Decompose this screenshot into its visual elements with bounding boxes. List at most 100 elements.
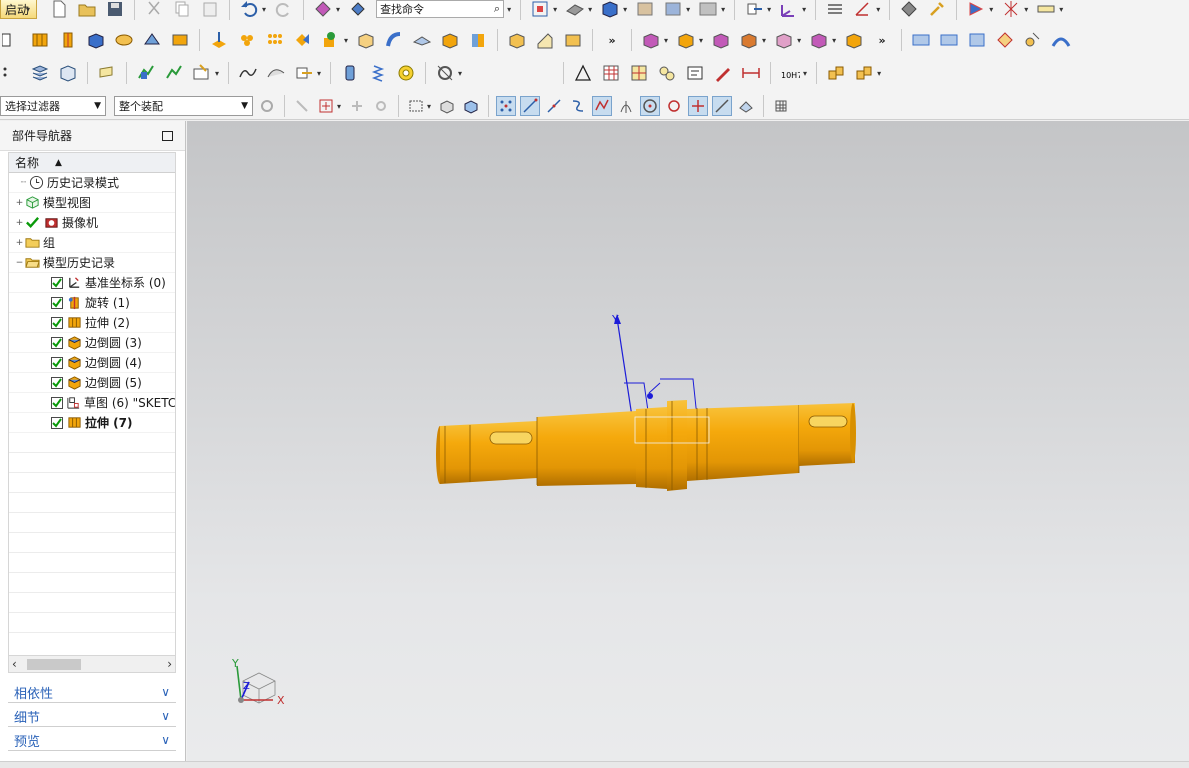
more-sync-icon[interactable]: » — [870, 28, 894, 52]
redo-icon[interactable] — [272, 0, 296, 21]
snap-arc-center-icon[interactable] — [640, 96, 661, 116]
layer-stack-icon[interactable] — [28, 61, 52, 85]
open-folder-icon[interactable] — [75, 0, 99, 21]
tree-node-sketch[interactable]: 草图 (6) "SKETCH — [9, 393, 175, 413]
expand-icon[interactable]: + — [15, 198, 24, 208]
snap-endpoint-icon[interactable] — [520, 96, 541, 116]
block-icon[interactable] — [84, 28, 108, 52]
layer-settings-icon[interactable] — [823, 0, 847, 21]
unite-icon[interactable] — [291, 28, 315, 52]
table-layers-icon[interactable] — [56, 61, 80, 85]
snap-midpoint-icon[interactable] — [544, 96, 564, 116]
visibility-checkbox[interactable] — [51, 296, 63, 309]
datum-plane-icon[interactable] — [319, 28, 343, 52]
select-tools-icon[interactable] — [292, 96, 312, 116]
more-features-icon[interactable]: » — [600, 28, 624, 52]
point-icon[interactable] — [134, 61, 158, 85]
copy-icon[interactable] — [170, 0, 194, 21]
snap-grid-icon[interactable] — [771, 96, 791, 116]
scrollbar-thumb[interactable] — [27, 659, 81, 670]
command-search-input[interactable]: 查找命令 ⌕ — [376, 0, 505, 18]
trim-body-icon[interactable] — [561, 28, 585, 52]
cylinder-icon[interactable] — [112, 28, 136, 52]
tolerance-icon[interactable]: 10H7 — [778, 61, 802, 85]
maximize-icon[interactable] — [162, 130, 173, 141]
offset-curve-icon[interactable] — [264, 61, 288, 85]
bridge-icon[interactable] — [1049, 28, 1073, 52]
tree-node-history-mode[interactable]: ┈ 历史记录模式 — [9, 173, 175, 193]
tree-node-edge-blend-4[interactable]: 边倒圆 (4) — [9, 353, 175, 373]
panel-details[interactable]: 细节 ∨ — [8, 706, 176, 727]
sweep-icon[interactable] — [382, 28, 406, 52]
cut-icon[interactable] — [142, 0, 166, 21]
add-component-icon[interactable] — [852, 61, 876, 85]
sphere-icon[interactable] — [168, 28, 192, 52]
pen-icon[interactable] — [711, 61, 735, 85]
tree-node-model-history[interactable]: − 模型历史记录 — [9, 253, 175, 273]
scroll-left-icon[interactable]: ‹ — [12, 657, 17, 671]
motion-icon[interactable] — [964, 0, 988, 21]
through-curves-icon[interactable] — [937, 28, 961, 52]
draft-icon[interactable] — [466, 28, 490, 52]
panel-dependencies[interactable]: 相依性 ∨ — [8, 682, 176, 703]
ruler-icon[interactable] — [1034, 0, 1058, 21]
start-menu-button[interactable]: 启动 ▾ — [0, 0, 38, 19]
shaft-body[interactable] — [436, 400, 856, 491]
spring-icon[interactable] — [366, 61, 390, 85]
snap-point-on-face-icon[interactable] — [736, 96, 756, 116]
undo-icon[interactable] — [237, 0, 261, 21]
move-object-icon[interactable] — [742, 0, 766, 21]
tree-node-model-views[interactable]: + 模型视图 — [9, 193, 175, 213]
visibility-checkbox[interactable] — [51, 376, 63, 389]
filter-gear-icon[interactable] — [257, 96, 277, 116]
visibility-checkbox[interactable] — [51, 276, 63, 289]
revolve-icon[interactable] — [56, 28, 80, 52]
grid-icon[interactable] — [999, 0, 1023, 21]
balloon-icon[interactable] — [655, 61, 679, 85]
cone-icon[interactable] — [140, 28, 164, 52]
pattern-icon[interactable] — [263, 28, 287, 52]
dimension-icon[interactable] — [739, 61, 763, 85]
shaft-model[interactable]: Y X — [187, 121, 1189, 761]
paste-icon[interactable] — [198, 0, 222, 21]
selection-filter-dropdown[interactable]: 选择过滤器 ▼ — [0, 96, 106, 116]
visibility-checkbox[interactable] — [51, 396, 63, 409]
offset-region-icon[interactable] — [807, 28, 831, 52]
snap-enable-icon[interactable] — [496, 96, 517, 116]
pull-face-icon[interactable] — [674, 28, 698, 52]
snap-tools-icon[interactable] — [347, 96, 367, 116]
replace-face-icon[interactable] — [737, 28, 761, 52]
note-icon[interactable] — [95, 61, 119, 85]
rectangle-select-icon[interactable] — [406, 96, 426, 116]
thicken-icon[interactable] — [410, 28, 434, 52]
curve-icon[interactable] — [236, 61, 260, 85]
snap-curve-icon[interactable] — [568, 96, 588, 116]
surface-icon[interactable] — [909, 28, 933, 52]
visibility-checkbox[interactable] — [51, 416, 63, 429]
bearing-icon[interactable] — [394, 61, 418, 85]
visibility-checkbox[interactable] — [51, 356, 63, 369]
expand-icon[interactable]: + — [15, 238, 24, 248]
table-icon[interactable] — [599, 61, 623, 85]
tree-node-cameras[interactable]: + 摄像机 — [9, 213, 175, 233]
tree-node-revolve[interactable]: 旋转 (1) — [9, 293, 175, 313]
sew-icon[interactable] — [993, 28, 1017, 52]
thread-icon[interactable] — [338, 61, 362, 85]
wcs-icon[interactable] — [777, 0, 801, 21]
feature-select-icon[interactable] — [316, 96, 336, 116]
sketch-icon[interactable] — [0, 28, 24, 52]
group-face-icon[interactable] — [842, 28, 866, 52]
column-header-name[interactable]: 名称 ▲ — [9, 153, 175, 173]
background-icon[interactable] — [633, 0, 657, 21]
text-abc-icon[interactable] — [190, 61, 214, 85]
snap-quadrant-icon[interactable] — [664, 96, 684, 116]
save-icon[interactable] — [103, 0, 127, 21]
snap-intersection-icon[interactable] — [616, 96, 636, 116]
boss-icon[interactable] — [235, 28, 259, 52]
handle-icon[interactable] — [0, 61, 24, 85]
measure-angle-icon[interactable] — [851, 0, 875, 21]
chamfer-icon[interactable] — [533, 28, 557, 52]
new-file-icon[interactable] — [47, 0, 71, 21]
render-style-icon[interactable] — [563, 0, 587, 21]
edge-blend-icon[interactable] — [505, 28, 529, 52]
